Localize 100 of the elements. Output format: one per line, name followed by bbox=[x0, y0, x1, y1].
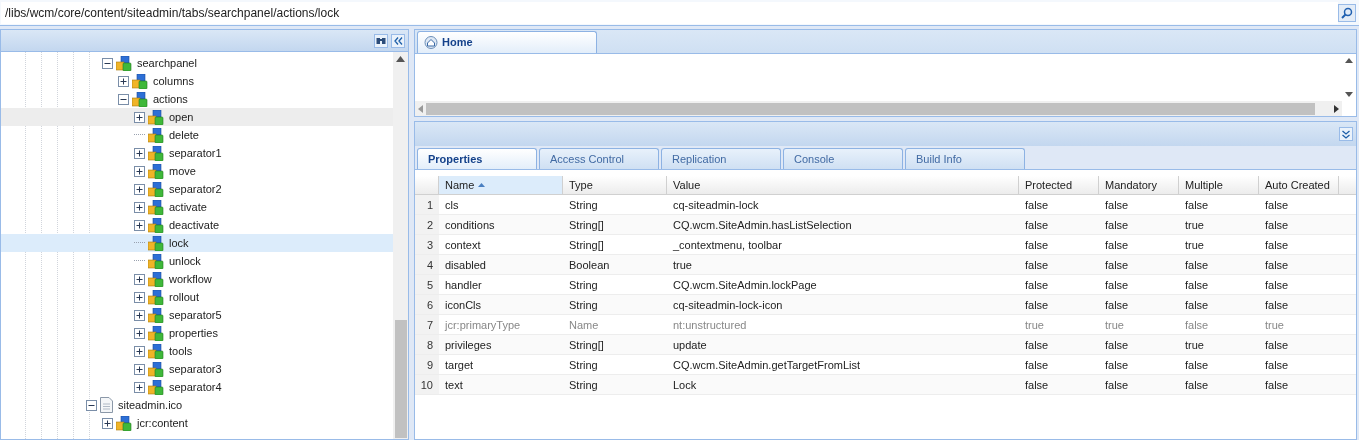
column-header[interactable]: Value bbox=[667, 176, 1019, 194]
table-cell-text: CQ.wcm.SiteAdmin.lockPage bbox=[672, 278, 818, 293]
tree-item[interactable]: delete bbox=[1, 126, 393, 144]
tree-item[interactable]: deactivate bbox=[1, 216, 393, 234]
collapse-panel-button[interactable] bbox=[1339, 127, 1353, 141]
tree-item[interactable]: rollout bbox=[1, 288, 393, 306]
tree-item[interactable]: open bbox=[1, 108, 393, 126]
expand-icon[interactable] bbox=[134, 273, 145, 285]
expand-icon[interactable] bbox=[134, 165, 145, 177]
tree-item[interactable]: separator4 bbox=[1, 378, 393, 396]
table-row[interactable]: 4 disabled Boolean true false false false false bbox=[415, 255, 1356, 275]
expand-icon[interactable] bbox=[134, 111, 145, 123]
tree-item[interactable]: separator1 bbox=[1, 144, 393, 162]
node-icon bbox=[148, 289, 164, 305]
table-row[interactable]: 6 iconCls String cq-siteadmin-lock-icon false false false false bbox=[415, 295, 1356, 315]
scroll-up-icon[interactable] bbox=[1345, 58, 1353, 63]
table-cell-text: false bbox=[1104, 218, 1130, 233]
table-row[interactable]: 7 jcr:primaryType Name nt:unstructured true true false true bbox=[415, 315, 1356, 335]
tree-item[interactable]: move bbox=[1, 162, 393, 180]
expand-icon[interactable] bbox=[134, 291, 145, 303]
tree-item[interactable]: separator5 bbox=[1, 306, 393, 324]
tree-item[interactable]: siteadmin.ico bbox=[1, 396, 393, 414]
expand-icon[interactable] bbox=[134, 201, 145, 213]
table-cell-text: true bbox=[1184, 338, 1205, 353]
collapse-panel-button[interactable] bbox=[391, 33, 405, 48]
table-cell-text: cq-siteadmin-lock bbox=[672, 198, 760, 213]
expand-icon[interactable] bbox=[134, 309, 145, 321]
table-cell-text: Boolean bbox=[568, 258, 611, 273]
scrollbar[interactable] bbox=[393, 52, 408, 439]
expand-icon[interactable] bbox=[102, 417, 113, 429]
tree-item[interactable]: columns bbox=[1, 72, 393, 90]
table-cell-text: true bbox=[1024, 318, 1045, 333]
node-icon bbox=[132, 91, 148, 107]
row-number: 3 bbox=[415, 235, 439, 254]
tree-item[interactable]: actions bbox=[1, 90, 393, 108]
table-row[interactable]: 2 conditions String[] CQ.wcm.SiteAdmin.hasListSelection false false true false bbox=[415, 215, 1356, 235]
expand-icon[interactable] bbox=[134, 363, 145, 375]
expand-icon[interactable] bbox=[134, 327, 145, 339]
tree-item[interactable]: searchpanel bbox=[1, 54, 393, 72]
table-row[interactable]: 9 target String CQ.wcm.SiteAdmin.getTargetFromList false false false false bbox=[415, 355, 1356, 375]
node-icon bbox=[148, 181, 164, 197]
tree-item[interactable]: separator2 bbox=[1, 180, 393, 198]
table-cell-text: true bbox=[1104, 318, 1125, 333]
table-row[interactable]: 5 handler String CQ.wcm.SiteAdmin.lockPage false false false false bbox=[415, 275, 1356, 295]
table-row[interactable]: 3 context String[] _contextmenu, toolbar false false true false bbox=[415, 235, 1356, 255]
table-cell-text: false bbox=[1024, 338, 1050, 353]
properties-tab[interactable]: Properties bbox=[417, 148, 537, 169]
tree-item[interactable]: workflow bbox=[1, 270, 393, 288]
scroll-up-icon[interactable] bbox=[396, 56, 405, 62]
table-cell-text: context bbox=[444, 238, 482, 253]
column-header[interactable]: Mandatory bbox=[1099, 176, 1179, 194]
column-header[interactable]: Multiple bbox=[1179, 176, 1259, 194]
properties-tab[interactable]: Build Info bbox=[905, 148, 1025, 169]
column-header[interactable]: Auto Created bbox=[1259, 176, 1339, 194]
tree-item[interactable]: unlock bbox=[1, 252, 393, 270]
node-icon bbox=[116, 415, 132, 431]
properties-tab[interactable]: Console bbox=[783, 148, 903, 169]
table-cell-text: nt:unstructured bbox=[672, 318, 748, 333]
table-row[interactable]: 10 text String Lock false false false false bbox=[415, 375, 1356, 395]
tree-item[interactable]: separator3 bbox=[1, 360, 393, 378]
table-row[interactable]: 8 privileges String[] update false false true false bbox=[415, 335, 1356, 355]
scroll-right-icon[interactable] bbox=[1334, 104, 1339, 113]
tree-item[interactable]: tools bbox=[1, 342, 393, 360]
scroll-down-icon[interactable] bbox=[1345, 92, 1353, 97]
column-header[interactable]: Type bbox=[563, 176, 667, 194]
tree-item[interactable]: properties bbox=[1, 324, 393, 342]
collapse-icon[interactable] bbox=[102, 57, 113, 69]
collapse-icon[interactable] bbox=[118, 93, 129, 105]
expand-icon[interactable] bbox=[134, 381, 145, 393]
expand-icon[interactable] bbox=[118, 75, 129, 87]
double-chevron-down-icon bbox=[1342, 129, 1350, 139]
table-cell-text: false bbox=[1264, 298, 1290, 313]
tree-item[interactable]: activate bbox=[1, 198, 393, 216]
search-button[interactable] bbox=[1338, 3, 1356, 22]
properties-tab[interactable]: Access Control bbox=[539, 148, 659, 169]
collapse-icon[interactable] bbox=[86, 399, 97, 411]
table-cell-text: false bbox=[1264, 218, 1290, 233]
expand-icon[interactable] bbox=[134, 345, 145, 357]
tree-item[interactable]: lock bbox=[1, 234, 393, 252]
expand-icon[interactable] bbox=[134, 183, 145, 195]
table-cell-text: false bbox=[1104, 238, 1130, 253]
properties-tab[interactable]: Replication bbox=[661, 148, 781, 169]
table-cell-text: true bbox=[1184, 218, 1205, 233]
column-header[interactable]: Protected bbox=[1019, 176, 1099, 194]
tree-item[interactable]: jcr:content bbox=[1, 414, 393, 432]
horizontal-scrollbar[interactable] bbox=[415, 101, 1342, 116]
column-header[interactable]: Name bbox=[439, 176, 563, 194]
scrollbar-thumb[interactable] bbox=[394, 320, 407, 438]
table-cell-text: false bbox=[1184, 258, 1210, 273]
table-cell-text: conditions bbox=[444, 218, 496, 233]
expand-icon[interactable] bbox=[134, 219, 145, 231]
table-cell-text: false bbox=[1024, 218, 1050, 233]
table-cell-text: String bbox=[568, 378, 599, 393]
table-cell-text: _contextmenu, toolbar bbox=[672, 238, 783, 253]
find-button[interactable] bbox=[374, 33, 388, 48]
editor-tab[interactable]: Home bbox=[417, 31, 597, 53]
expand-icon[interactable] bbox=[134, 147, 145, 159]
scrollbar-thumb[interactable] bbox=[426, 102, 1315, 115]
address-field[interactable]: /libs/wcm/core/content/siteadmin/tabs/searchpanel/actions/lock bbox=[1, 1, 1338, 24]
table-row[interactable]: 1 cls String cq-siteadmin-lock false false false false bbox=[415, 195, 1356, 215]
